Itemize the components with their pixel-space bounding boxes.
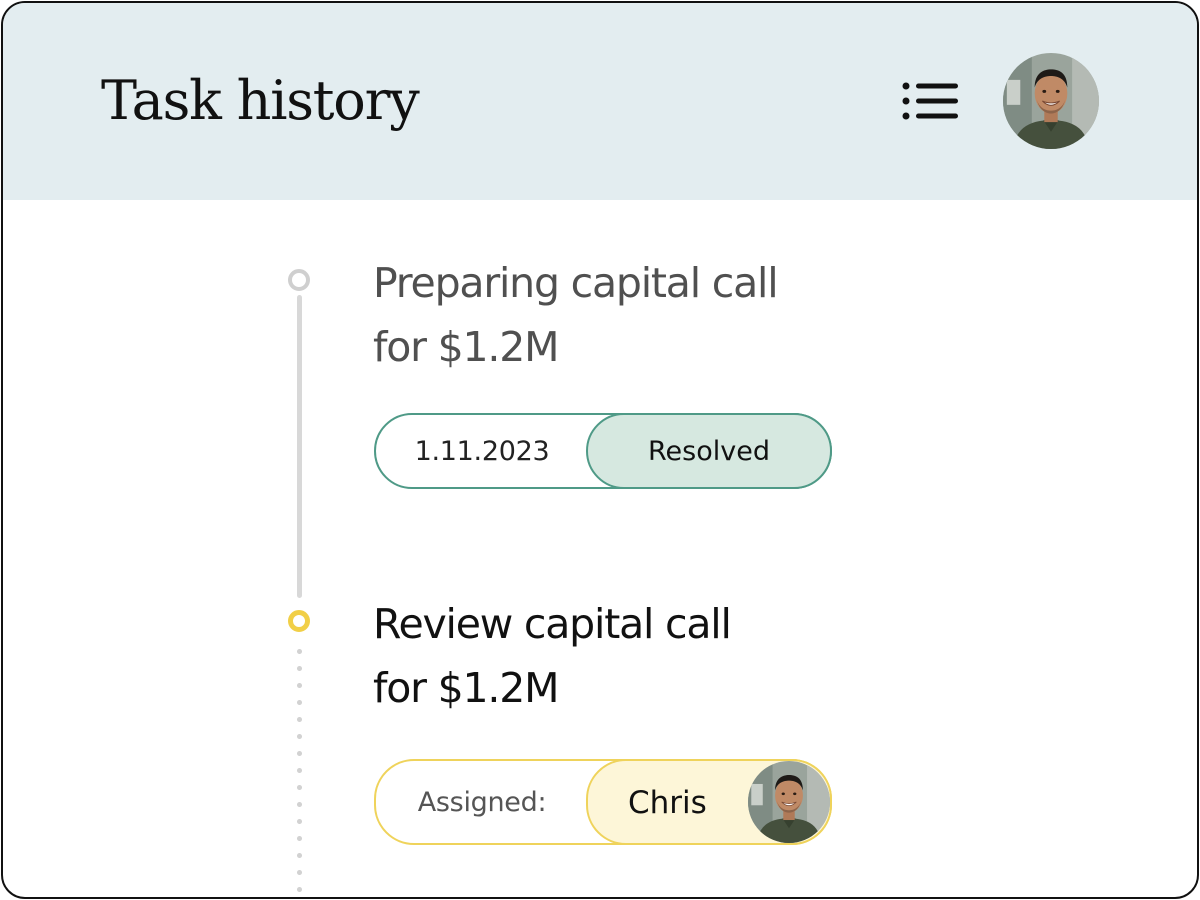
timeline-line-pending <box>297 643 302 897</box>
timeline-dot-active <box>288 610 310 632</box>
task-assignee-pill[interactable]: Assigned: Chris <box>374 759 832 845</box>
assignee-avatar <box>748 761 830 843</box>
task-date: 1.11.2023 <box>414 435 550 467</box>
list-icon <box>902 82 958 120</box>
task-title-line: Review capital call <box>373 600 732 648</box>
task-title-line: Preparing capital call <box>373 259 779 307</box>
task-history-card: Task history Preparing capital call for … <box>1 1 1199 899</box>
task-title[interactable]: Preparing capital call for $1.2M <box>373 251 779 379</box>
task-title[interactable]: Review capital call for $1.2M <box>373 592 732 720</box>
task-title-line: for $1.2M <box>373 664 559 712</box>
task-title-line: for $1.2M <box>373 323 559 371</box>
timeline-dot-resolved <box>288 269 310 291</box>
header-bar: Task history <box>3 3 1197 200</box>
assignee-name: Chris <box>628 785 707 821</box>
avatar <box>1003 53 1099 149</box>
assignee-badge: Chris <box>586 759 832 845</box>
menu-button[interactable] <box>899 77 961 125</box>
status-badge: Resolved <box>586 413 832 489</box>
timeline-line-completed <box>297 295 302 598</box>
page-title: Task history <box>101 69 420 132</box>
assigned-label: Assigned: <box>417 786 547 818</box>
user-avatar-button[interactable] <box>1003 53 1099 149</box>
task-status-pill[interactable]: 1.11.2023 Resolved <box>374 413 832 489</box>
